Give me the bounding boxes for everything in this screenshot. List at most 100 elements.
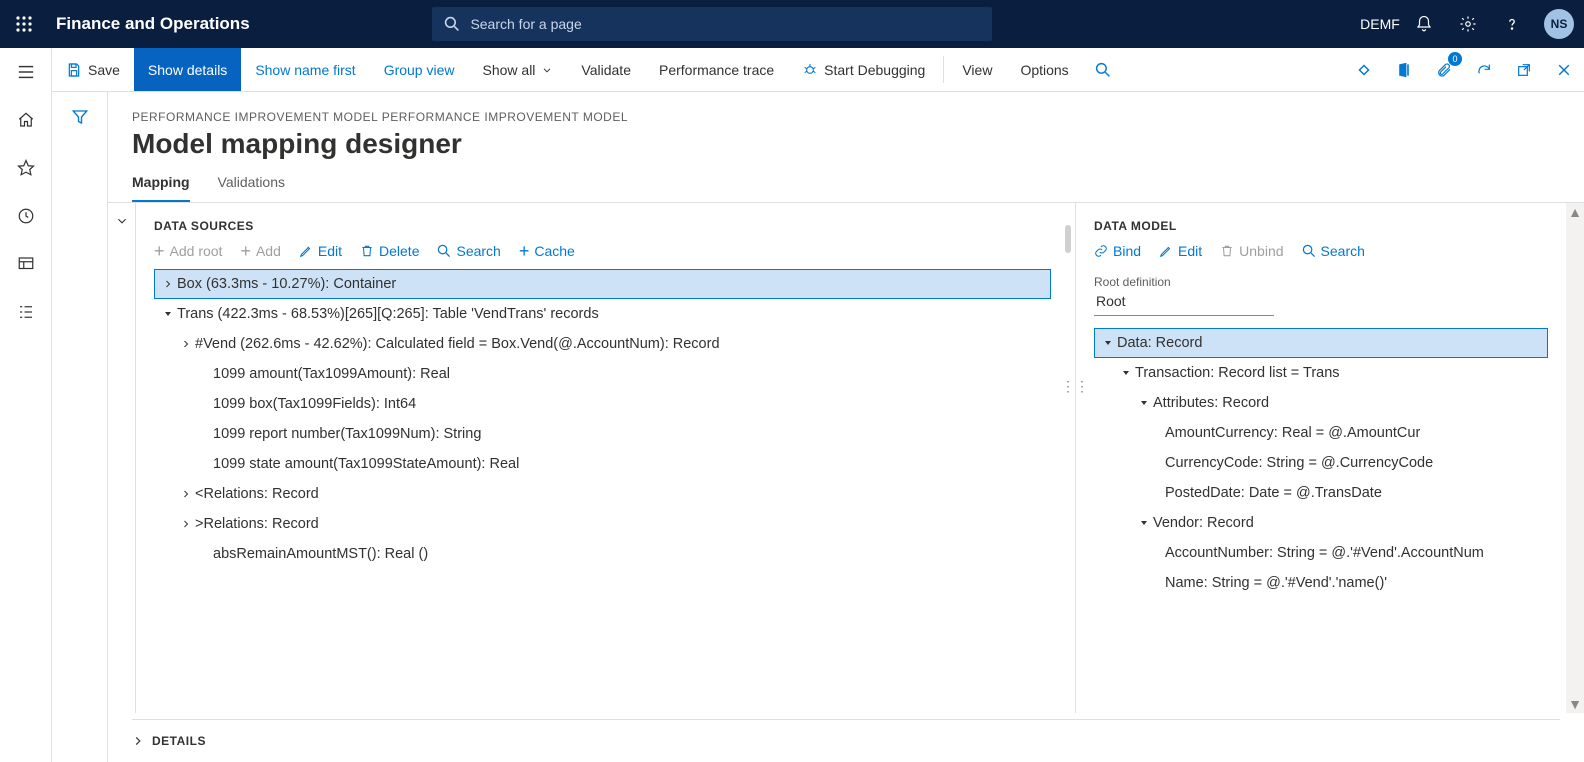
diamond-icon — [1356, 62, 1372, 78]
chevron-right-icon — [116, 215, 128, 227]
data-source-types-toggle[interactable] — [108, 203, 136, 713]
tree-node[interactable]: Data: Record — [1094, 328, 1548, 358]
topbar: Finance and Operations Search for a page… — [0, 0, 1584, 48]
office-button[interactable] — [1384, 48, 1424, 91]
edit-button[interactable]: Edit — [299, 243, 342, 259]
root-definition-label: Root definition — [1094, 275, 1548, 289]
chevron-right-icon — [132, 735, 144, 747]
tree-node[interactable]: 1099 report number(Tax1099Num): String — [154, 419, 1051, 449]
page-title: Model mapping designer — [132, 128, 1560, 160]
root-definition-value[interactable]: Root — [1094, 289, 1274, 316]
app-title: Finance and Operations — [56, 14, 250, 34]
nav-home[interactable] — [2, 96, 50, 144]
link-icon — [1094, 244, 1108, 258]
tree-node[interactable]: PostedDate: Date = @.TransDate — [1094, 478, 1548, 508]
tab-mapping[interactable]: Mapping — [132, 174, 190, 202]
scrollbar-thumb[interactable] — [1065, 225, 1071, 253]
tree-node[interactable]: Box (63.3ms - 10.27%): Container — [154, 269, 1051, 299]
action-toolbar: Save Show details Show name first Group … — [52, 48, 1584, 92]
popout-button[interactable] — [1504, 48, 1544, 91]
performance-trace-button[interactable]: Performance trace — [645, 48, 788, 91]
edit-button[interactable]: Edit — [1159, 243, 1202, 259]
nav-modules[interactable] — [2, 288, 50, 336]
tree-node[interactable]: <Relations: Record — [154, 479, 1051, 509]
trash-icon — [360, 244, 374, 258]
search-button[interactable]: Search — [437, 243, 500, 259]
page-scrollbar[interactable]: ▲ ▼ — [1566, 203, 1584, 713]
group-view-button[interactable]: Group view — [370, 48, 469, 91]
add-button[interactable]: +Add — [240, 243, 280, 259]
chevron-down-icon — [541, 64, 553, 76]
tree-node[interactable]: AccountNumber: String = @.'#Vend'.Accoun… — [1094, 538, 1548, 568]
gear-icon — [1459, 15, 1477, 33]
view-button[interactable]: View — [948, 48, 1006, 91]
refresh-button[interactable] — [1464, 48, 1504, 91]
tree-node[interactable]: Attributes: Record — [1094, 388, 1548, 418]
add-root-button[interactable]: +Add root — [154, 243, 222, 259]
avatar[interactable]: NS — [1544, 9, 1574, 39]
settings-button[interactable] — [1446, 0, 1490, 48]
notifications-button[interactable] — [1402, 0, 1446, 48]
search-toolbar-button[interactable] — [1083, 48, 1123, 91]
tree-node[interactable]: absRemainAmountMST(): Real () — [154, 539, 1051, 569]
show-name-first-button[interactable]: Show name first — [241, 48, 369, 91]
trash-icon — [1220, 244, 1234, 258]
start-debugging-button[interactable]: Start Debugging — [788, 48, 939, 91]
tabs: Mapping Validations — [108, 160, 1584, 203]
search-box[interactable]: Search for a page — [432, 7, 992, 41]
tree-node[interactable]: CurrencyCode: String = @.CurrencyCode — [1094, 448, 1548, 478]
search-placeholder: Search for a page — [470, 16, 581, 32]
unbind-button[interactable]: Unbind — [1220, 243, 1283, 259]
tree-node[interactable]: Transaction: Record list = Trans — [1094, 358, 1548, 388]
tree-node[interactable]: 1099 amount(Tax1099Amount): Real — [154, 359, 1051, 389]
tree-node[interactable]: 1099 state amount(Tax1099StateAmount): R… — [154, 449, 1051, 479]
data-model-tree: Data: Record Transaction: Record list = … — [1094, 328, 1548, 598]
options-button[interactable]: Options — [1006, 48, 1082, 91]
tree-node[interactable]: >Relations: Record — [154, 509, 1051, 539]
filter-button[interactable] — [71, 108, 89, 762]
nav-toggle[interactable] — [2, 48, 50, 96]
attachments-button[interactable]: 0 — [1424, 48, 1464, 91]
validate-button[interactable]: Validate — [567, 48, 645, 91]
details-toggle[interactable]: DETAILS — [108, 726, 1584, 762]
modules-icon — [17, 303, 35, 321]
breadcrumb: PERFORMANCE IMPROVEMENT MODEL PERFORMANC… — [132, 110, 1560, 124]
cache-button[interactable]: +Cache — [519, 243, 575, 259]
data-model-pane: DATA MODEL Bind Edit — [1076, 203, 1566, 713]
tree-node[interactable]: Name: String = @.'#Vend'.'name()' — [1094, 568, 1548, 598]
split-handle[interactable]: ⋮⋮ — [1071, 373, 1079, 399]
delete-button[interactable]: Delete — [360, 243, 419, 259]
close-icon — [1556, 62, 1572, 78]
data-sources-title: DATA SOURCES — [154, 219, 1051, 233]
tree-node[interactable]: 1099 box(Tax1099Fields): Int64 — [154, 389, 1051, 419]
company-code[interactable]: DEMF — [1358, 0, 1402, 48]
tab-validations[interactable]: Validations — [218, 174, 285, 202]
office-icon — [1396, 62, 1412, 78]
show-details-button[interactable]: Show details — [134, 48, 241, 91]
close-button[interactable] — [1544, 48, 1584, 91]
bind-button[interactable]: Bind — [1094, 243, 1141, 259]
filter-rail — [52, 92, 108, 762]
tree-node[interactable]: Vendor: Record — [1094, 508, 1548, 538]
menu-icon — [17, 63, 35, 81]
app-launcher[interactable] — [0, 0, 48, 48]
tree-node[interactable]: Trans (422.3ms - 68.53%)[265][Q:265]: Ta… — [154, 299, 1051, 329]
nav-workspaces[interactable] — [2, 240, 50, 288]
search-icon — [437, 244, 451, 258]
show-all-button[interactable]: Show all — [469, 48, 568, 91]
tree-node[interactable]: AmountCurrency: Real = @.AmountCur — [1094, 418, 1548, 448]
attach-button[interactable] — [1344, 48, 1384, 91]
search-button[interactable]: Search — [1302, 243, 1365, 259]
star-icon — [17, 159, 35, 177]
pencil-icon — [299, 244, 313, 258]
refresh-icon — [1476, 62, 1492, 78]
nav-recent[interactable] — [2, 192, 50, 240]
clock-icon — [17, 207, 35, 225]
search-icon — [1302, 244, 1316, 258]
help-button[interactable] — [1490, 0, 1534, 48]
filter-icon — [71, 108, 89, 126]
tree-node[interactable]: #Vend (262.6ms - 42.62%): Calculated fie… — [154, 329, 1051, 359]
save-button[interactable]: Save — [52, 48, 134, 91]
nav-favorites[interactable] — [2, 144, 50, 192]
save-icon — [66, 62, 82, 78]
